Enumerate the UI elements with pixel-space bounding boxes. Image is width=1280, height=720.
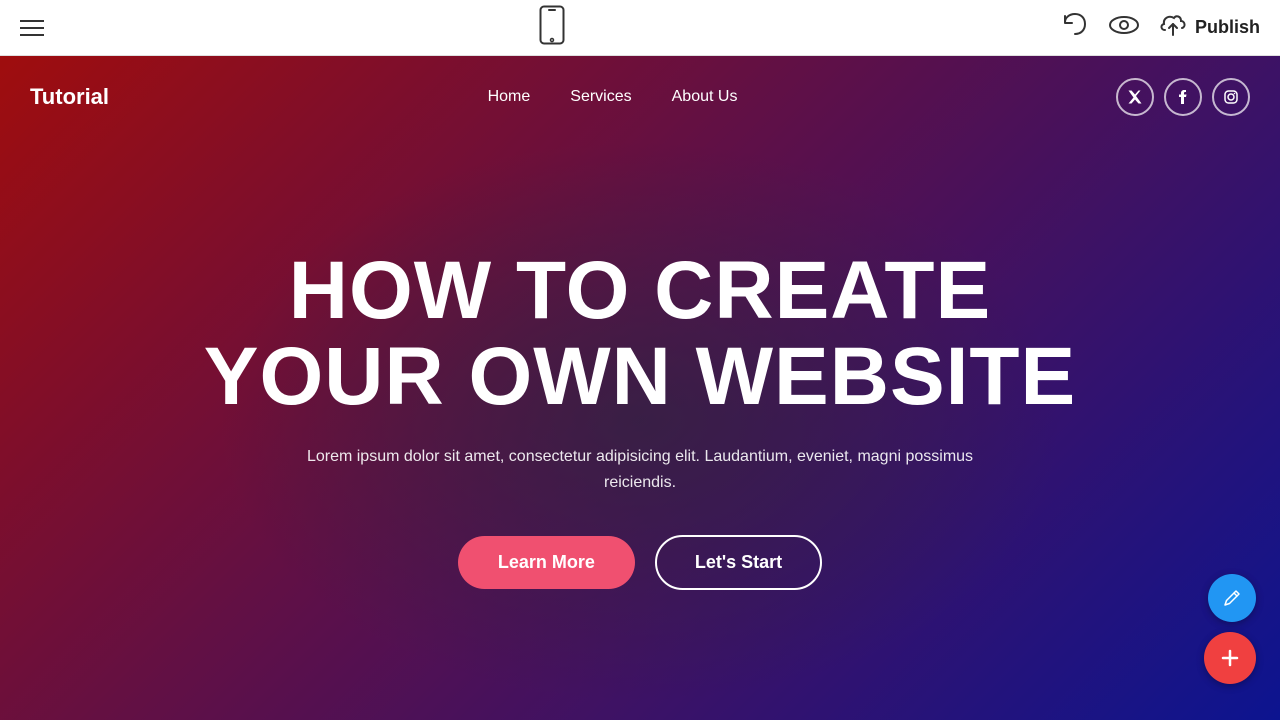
nav-services[interactable]: Services <box>570 88 631 106</box>
twitter-icon[interactable] <box>1116 78 1154 116</box>
edit-fab-button[interactable] <box>1208 574 1256 622</box>
publish-label: Publish <box>1195 17 1260 38</box>
hero-subtitle: Lorem ipsum dolor sit amet, consectetur … <box>290 444 990 495</box>
website-preview: Tutorial Home Services About Us <box>0 56 1280 720</box>
hero-title-line1: HOW TO CREATE <box>289 245 991 336</box>
hero-title: HOW TO CREATE YOUR OWN WEBSITE <box>204 248 1076 420</box>
lets-start-button[interactable]: Let's Start <box>655 535 822 590</box>
toolbar: Publish <box>0 0 1280 56</box>
mobile-preview-icon[interactable] <box>539 5 565 51</box>
nav-home[interactable]: Home <box>488 88 531 106</box>
cloud-upload-icon <box>1159 14 1187 41</box>
preview-icon[interactable] <box>1109 14 1139 42</box>
social-icons <box>1116 78 1250 116</box>
hero-title-line2: YOUR OWN WEBSITE <box>204 331 1076 422</box>
nav-about[interactable]: About Us <box>672 88 738 106</box>
nav-links: Home Services About Us <box>488 88 738 106</box>
undo-icon[interactable] <box>1061 12 1089 44</box>
facebook-icon[interactable] <box>1164 78 1202 116</box>
site-logo: Tutorial <box>30 84 109 110</box>
hero-buttons: Learn More Let's Start <box>458 535 822 590</box>
learn-more-button[interactable]: Learn More <box>458 536 635 589</box>
menu-icon[interactable] <box>20 20 44 36</box>
toolbar-center <box>539 5 565 51</box>
add-fab-button[interactable] <box>1204 632 1256 684</box>
instagram-icon[interactable] <box>1212 78 1250 116</box>
hero-content: HOW TO CREATE YOUR OWN WEBSITE Lorem ips… <box>0 118 1280 720</box>
publish-button[interactable]: Publish <box>1159 14 1260 41</box>
toolbar-right: Publish <box>1061 12 1260 44</box>
hero-section: Tutorial Home Services About Us <box>0 56 1280 720</box>
toolbar-left <box>20 20 44 36</box>
